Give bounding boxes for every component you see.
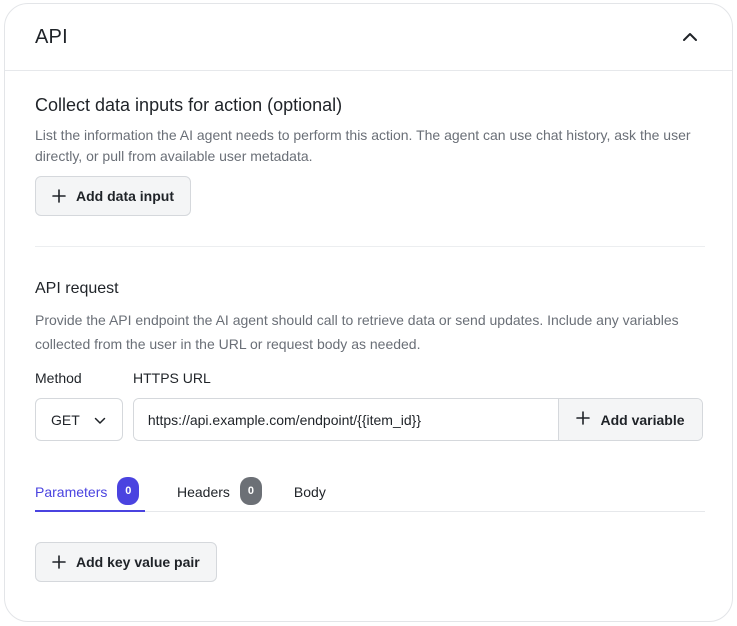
tab-parameters-label: Parameters xyxy=(35,484,108,500)
card-title: API xyxy=(35,25,68,48)
tab-body-label: Body xyxy=(293,484,326,500)
plus-icon xyxy=(576,411,591,428)
tab-parameters[interactable]: Parameters 0 xyxy=(35,477,145,512)
data-inputs-title: Collect data inputs for action (optional… xyxy=(35,95,343,115)
add-key-value-pair-button[interactable]: Add key value pair xyxy=(35,542,217,582)
plus-icon xyxy=(52,189,66,203)
url-label: HTTPS URL xyxy=(133,370,211,386)
url-input[interactable] xyxy=(133,399,558,440)
add-variable-label: Add variable xyxy=(600,411,685,428)
tab-headers[interactable]: Headers 0 xyxy=(177,477,262,511)
api-request-description: Provide the API endpoint the AI agent sh… xyxy=(35,312,679,352)
api-request-title: API request xyxy=(35,280,119,297)
request-row: GET Add variable xyxy=(35,398,703,441)
url-field-group: Add variable xyxy=(132,398,703,441)
card-header[interactable]: API xyxy=(5,4,732,71)
request-labels: Method HTTPS URL xyxy=(35,370,703,386)
headers-count-badge: 0 xyxy=(239,477,262,505)
chevron-up-icon[interactable] xyxy=(678,25,702,49)
tab-body[interactable]: Body xyxy=(294,477,326,511)
plus-icon xyxy=(52,555,66,569)
data-inputs-description: List the information the AI agent needs … xyxy=(35,127,691,164)
add-variable-button[interactable]: Add variable xyxy=(558,399,702,440)
add-key-value-pair-label: Add key value pair xyxy=(76,554,200,570)
method-select[interactable]: GET xyxy=(35,398,123,441)
add-data-input-label: Add data input xyxy=(76,188,174,204)
card-body: Collect data inputs for action (optional… xyxy=(5,95,732,582)
method-value: GET xyxy=(51,411,80,428)
parameters-count-badge: 0 xyxy=(117,477,140,505)
request-tabs: Parameters 0 Headers 0 Body xyxy=(35,477,705,512)
add-data-input-button[interactable]: Add data input xyxy=(35,176,191,216)
tab-headers-label: Headers xyxy=(177,484,230,500)
method-label: Method xyxy=(35,370,82,386)
chevron-down-icon xyxy=(94,412,106,428)
api-card: API Collect data inputs for action (opti… xyxy=(4,3,733,622)
section-divider xyxy=(35,246,705,247)
